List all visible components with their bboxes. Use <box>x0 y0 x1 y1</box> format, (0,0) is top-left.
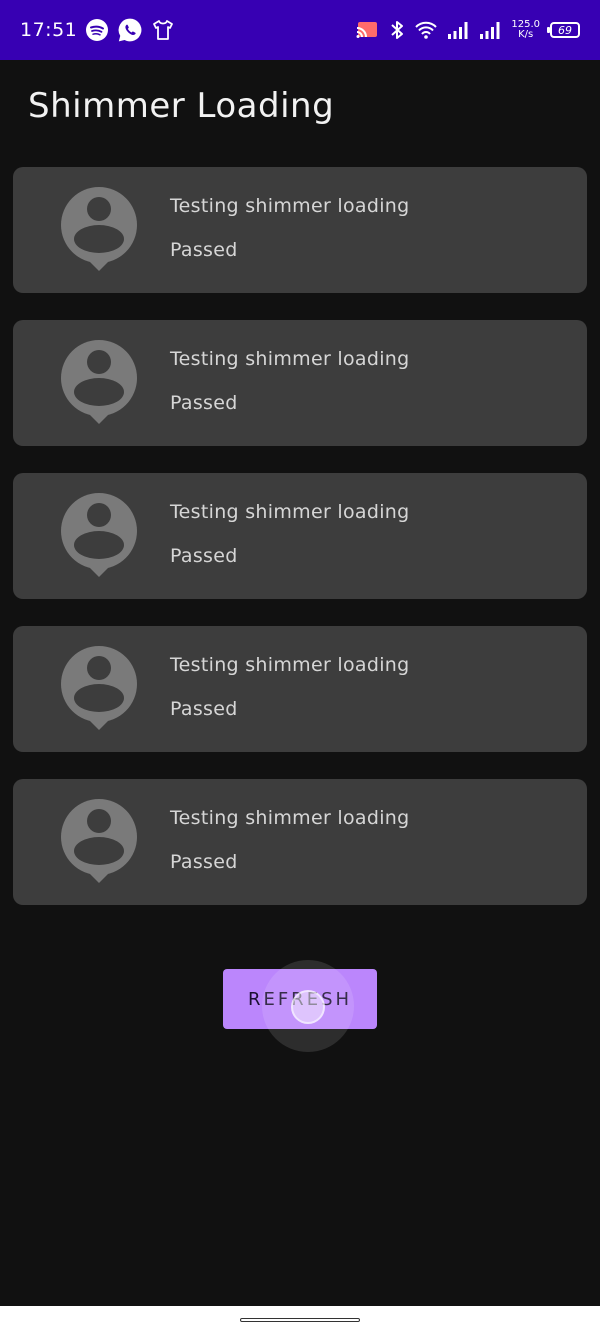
card-title: Testing shimmer loading <box>170 807 410 829</box>
card-title: Testing shimmer loading <box>170 348 410 370</box>
signal-icon <box>479 21 501 39</box>
signal-icon <box>447 21 469 39</box>
card-subtitle: Passed <box>170 239 238 261</box>
card-list: Testing shimmer loading Passed Testing s… <box>13 167 587 932</box>
card-subtitle: Passed <box>170 545 238 567</box>
network-speed: 125.0 K/s <box>511 20 540 40</box>
home-indicator[interactable] <box>240 1318 360 1322</box>
tshirt-icon <box>151 18 175 42</box>
avatar-icon <box>61 340 137 424</box>
card-subtitle: Passed <box>170 851 238 873</box>
spotify-icon <box>85 18 109 42</box>
card-title: Testing shimmer loading <box>170 654 410 676</box>
status-right-icons: 125.0 K/s 69 <box>355 19 580 41</box>
avatar-icon <box>61 493 137 577</box>
list-item: Testing shimmer loading Passed <box>13 779 587 905</box>
status-left-icons <box>85 17 175 43</box>
touch-indicator <box>291 990 325 1024</box>
navigation-bar <box>0 1306 600 1332</box>
wifi-icon <box>415 20 438 40</box>
bluetooth-icon <box>389 19 405 41</box>
status-bar: 17:51 125.0 K/s 69 <box>0 0 600 60</box>
card-title: Testing shimmer loading <box>170 501 410 523</box>
speed-unit: K/s <box>518 29 534 40</box>
cast-icon <box>355 20 379 40</box>
avatar-icon <box>61 799 137 883</box>
page-title: Shimmer Loading <box>28 86 335 126</box>
list-item: Testing shimmer loading Passed <box>13 320 587 446</box>
list-item: Testing shimmer loading Passed <box>13 626 587 752</box>
card-subtitle: Passed <box>170 698 238 720</box>
whatsapp-icon <box>117 17 143 43</box>
card-subtitle: Passed <box>170 392 238 414</box>
avatar-icon <box>61 187 137 271</box>
list-item: Testing shimmer loading Passed <box>13 473 587 599</box>
card-title: Testing shimmer loading <box>170 195 410 217</box>
battery-level: 69 <box>558 23 572 37</box>
avatar-icon <box>61 646 137 730</box>
status-time: 17:51 <box>20 19 78 41</box>
list-item: Testing shimmer loading Passed <box>13 167 587 293</box>
battery-icon: 69 <box>547 22 580 38</box>
